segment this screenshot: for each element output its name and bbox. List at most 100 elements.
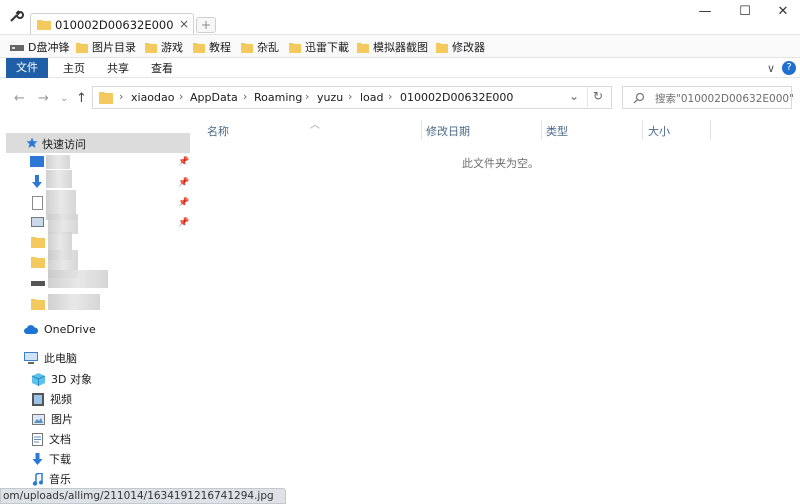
minimize-button[interactable]: — — [694, 4, 716, 20]
drive-icon[interactable] — [31, 281, 45, 286]
bookmark-misc[interactable]: 杂乱 — [241, 39, 279, 55]
bookmark-games[interactable]: 游戏 — [145, 39, 183, 55]
tab-home[interactable]: 主页 — [58, 60, 90, 78]
breadcrumb-separator-icon[interactable]: › — [388, 90, 392, 103]
breadcrumb-separator-icon[interactable]: › — [179, 90, 183, 103]
nav-this-pc-label: 此电脑 — [44, 352, 77, 365]
bookmark-emulator-screenshots[interactable]: 模拟器截图 — [357, 39, 428, 55]
column-header-type[interactable]: 类型 — [546, 123, 568, 139]
address-dropdown-chevron-icon[interactable]: ⌄ — [569, 89, 579, 103]
ribbon-tabs: 文件 主页 共享 查看 ∨ ? — [0, 58, 800, 78]
tab-close-button[interactable]: × — [179, 17, 189, 31]
nav-downloads[interactable]: 下载 — [32, 451, 71, 467]
folder-icon[interactable] — [31, 256, 45, 268]
pin-icon[interactable]: 📌 — [178, 178, 189, 188]
folder-icon — [99, 92, 113, 104]
nav-3d-objects[interactable]: 3D 对象 — [32, 371, 92, 387]
column-header-name[interactable]: 名称 — [207, 123, 229, 139]
bookmark-pictures[interactable]: 图片目录 — [76, 39, 136, 55]
pin-icon[interactable]: 📌 — [178, 218, 189, 228]
wrench-icon[interactable] — [8, 8, 24, 24]
breadcrumb-yuzu[interactable]: yuzu — [317, 91, 343, 104]
redacted-label — [46, 155, 70, 169]
nav-3d-objects-label: 3D 对象 — [51, 373, 92, 386]
column-divider[interactable] — [421, 120, 422, 140]
breadcrumb-current-folder[interactable]: 010002D00632E000 — [400, 91, 513, 104]
bookmark-label: 迅雷下載 — [305, 41, 349, 54]
bookmark-label: 模拟器截图 — [373, 41, 428, 54]
up-arrow-icon[interactable]: ↑ — [76, 91, 87, 106]
maximize-button[interactable]: ☐ — [734, 4, 756, 20]
tab-view[interactable]: 查看 — [146, 60, 178, 78]
forward-arrow-icon[interactable]: → — [38, 91, 49, 106]
recent-locations-chevron-icon[interactable]: ⌄ — [60, 93, 68, 104]
empty-folder-message: 此文件夹为空。 — [462, 157, 539, 170]
nav-onedrive-label: OneDrive — [44, 323, 96, 336]
nav-onedrive[interactable]: OneDrive — [24, 323, 96, 336]
download-icon[interactable] — [32, 175, 42, 189]
address-bar[interactable]: › xiaodao › AppData › Roaming › yuzu › l… — [92, 86, 612, 109]
breadcrumb-separator-icon[interactable]: › — [243, 90, 247, 103]
help-button[interactable]: ? — [782, 61, 796, 75]
navigation-pane — [0, 118, 192, 504]
close-window-button[interactable]: ✕ — [772, 4, 794, 20]
search-box[interactable]: 搜索"010002D00632E000" — [622, 86, 794, 109]
bookmark-d-drive[interactable]: D盘冲锋 — [10, 39, 69, 55]
bookmark-thunder-downloads[interactable]: 迅雷下載 — [289, 39, 349, 55]
folder-icon — [76, 42, 88, 53]
ribbon-expand-button[interactable]: ∨ — [764, 60, 778, 78]
bookmark-tutorials[interactable]: 教程 — [193, 39, 231, 55]
drive-icon — [10, 45, 24, 51]
redacted-label — [46, 170, 72, 188]
column-header-date-modified[interactable]: 修改日期 — [426, 123, 470, 139]
computer-icon — [24, 352, 38, 364]
folder-icon — [193, 42, 205, 53]
folder-icon[interactable] — [31, 298, 45, 310]
bookmark-label: 图片目录 — [92, 41, 136, 54]
nav-pictures[interactable]: 图片 — [32, 411, 73, 427]
nav-downloads-label: 下载 — [49, 453, 71, 466]
folder-icon — [357, 42, 369, 53]
breadcrumb-separator-icon[interactable]: › — [119, 90, 123, 103]
search-icon — [633, 92, 645, 104]
nav-documents[interactable]: 文档 — [32, 431, 71, 447]
desktop-icon[interactable] — [30, 156, 44, 167]
bookmark-trainers[interactable]: 修改器 — [436, 39, 485, 55]
folder-icon — [37, 20, 51, 30]
breadcrumb-roaming[interactable]: Roaming — [254, 91, 302, 104]
breadcrumb-load[interactable]: load — [360, 91, 384, 104]
nav-music[interactable]: 音乐 — [32, 471, 71, 487]
nav-quick-access-label: 快速访问 — [42, 138, 86, 151]
tab-bar: 010002D00632E000 × — ☐ ✕ — [0, 0, 800, 35]
nav-music-label: 音乐 — [49, 473, 71, 486]
status-url-bar: om/uploads/allimg/211014/163419121674129… — [0, 488, 286, 504]
nav-videos[interactable]: 视频 — [32, 391, 72, 407]
bookmark-label: 杂乱 — [257, 41, 279, 54]
nav-quick-access[interactable]: 快速访问 — [6, 133, 190, 153]
picture-icon[interactable] — [31, 217, 44, 227]
tab-share[interactable]: 共享 — [102, 60, 134, 78]
breadcrumb-xiaodao[interactable]: xiaodao — [131, 91, 175, 104]
browser-tab[interactable]: 010002D00632E000 × — [30, 13, 194, 35]
folder-icon — [436, 42, 448, 53]
breadcrumb-appdata[interactable]: AppData — [190, 91, 238, 104]
breadcrumb-separator-icon[interactable]: › — [305, 90, 309, 103]
breadcrumb-separator-icon[interactable]: › — [348, 90, 352, 103]
new-tab-button[interactable] — [196, 17, 216, 33]
bookmark-label: 游戏 — [161, 41, 183, 54]
column-divider[interactable] — [710, 120, 711, 140]
back-arrow-icon[interactable]: ← — [14, 91, 25, 106]
tab-file[interactable]: 文件 — [6, 58, 48, 78]
column-divider[interactable] — [541, 120, 542, 140]
refresh-icon[interactable]: ↻ — [593, 89, 603, 103]
pin-icon[interactable]: 📌 — [178, 157, 189, 167]
new-tab-icon — [202, 21, 210, 29]
nav-documents-label: 文档 — [49, 433, 71, 446]
nav-this-pc[interactable]: 此电脑 — [24, 350, 77, 366]
folder-icon[interactable] — [31, 236, 45, 248]
column-header-size[interactable]: 大小 — [648, 123, 670, 139]
video-icon — [32, 392, 44, 406]
document-icon[interactable] — [32, 196, 43, 210]
pin-icon[interactable]: 📌 — [178, 198, 189, 208]
column-divider[interactable] — [642, 120, 643, 140]
